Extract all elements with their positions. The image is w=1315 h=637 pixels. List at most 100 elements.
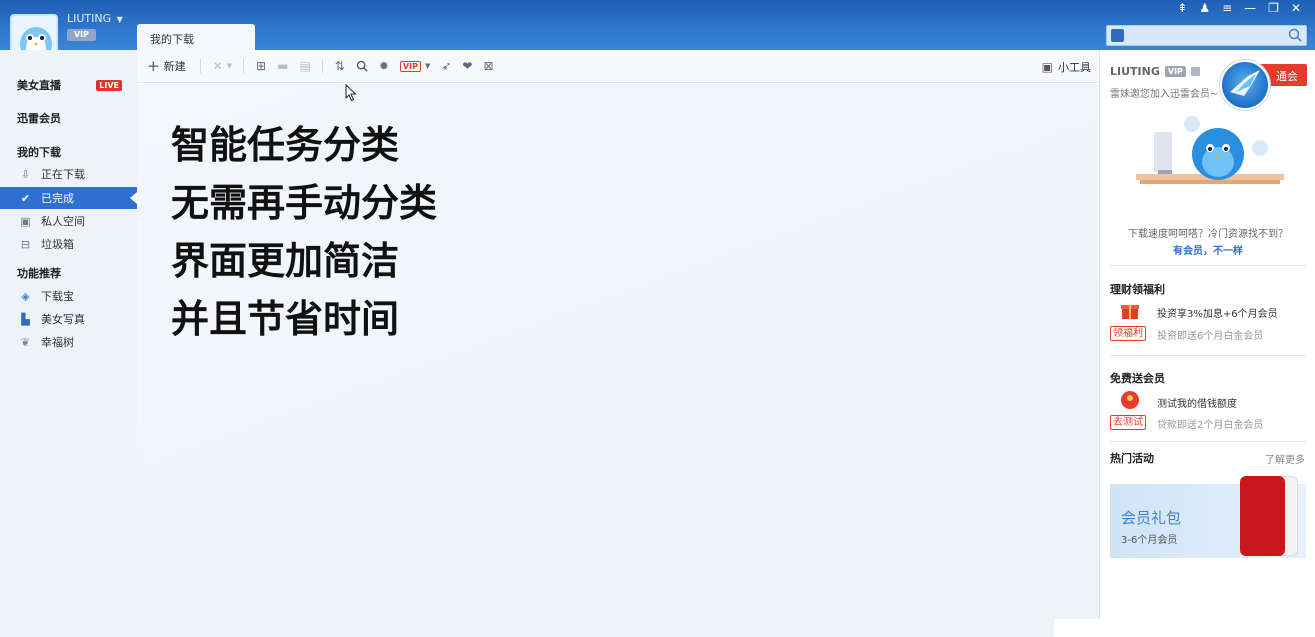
promo-line: 测试我的借钱额度 (1157, 399, 1237, 410)
divider (1110, 355, 1306, 356)
banner-title: 会员礼包 (1121, 509, 1182, 527)
heel-icon: ▙ (21, 312, 30, 326)
restore-icon[interactable]: ❐ (1268, 0, 1279, 16)
learn-more-link[interactable]: 了解更多 (1265, 451, 1305, 466)
sidebar-item-membership[interactable]: 迅雷会员 (0, 107, 137, 129)
sidebar-features-header: 功能推荐 (17, 267, 61, 280)
plus-icon: + (147, 57, 160, 75)
username[interactable]: LIUTING ▼ (67, 12, 123, 25)
search-input[interactable] (1106, 25, 1307, 46)
trash-icon: ⊟ (20, 237, 31, 251)
new-task-label: 新建 (163, 60, 186, 73)
divider (1110, 265, 1306, 266)
sidebar-item-xiazaibao[interactable]: ◈ 下载宝 (0, 285, 137, 307)
sort-button[interactable]: ⇅ (335, 50, 345, 83)
overlay-region (1054, 619, 1315, 637)
thunder-bird-icon (1220, 60, 1270, 110)
chevron-down-icon: ▼ (116, 15, 123, 24)
speed-button[interactable]: ➶ (441, 50, 451, 83)
membership-gift-banner[interactable]: 会员礼包 3-6个月会员 (1110, 476, 1306, 558)
vip-badge: VIP (67, 29, 96, 41)
chevron-down-icon: ▼ (424, 62, 431, 70)
chevron-down-icon: ▼ (226, 62, 233, 70)
game-button[interactable]: ⊠ (483, 50, 493, 83)
sidebar-item-label: 幸福树 (41, 336, 74, 349)
folder-icon: ▬ (277, 59, 289, 73)
panel-user: LIUTING VIP (1110, 65, 1200, 78)
minimize-icon[interactable]: — (1244, 0, 1256, 16)
window-controls: ⇞ ♟ ≡ — ❐ ✕ (1177, 0, 1301, 16)
check-icon: ✔ (20, 191, 31, 205)
promo-subline: 投资即送6个月白金会员 (1157, 331, 1264, 342)
toolbar-divider (321, 59, 323, 73)
shield-icon: ◈ (21, 289, 30, 303)
delete-icon: ✕ (212, 59, 223, 73)
sidebar-item-photos[interactable]: ▙ 美女写真 (0, 308, 137, 330)
gamepad-icon: ⊠ (483, 59, 494, 73)
sidebar-item-label: 垃圾箱 (41, 238, 74, 251)
sidebar-item-completed[interactable]: ✔ 已完成 (0, 187, 137, 209)
sidebar-header-downloads: 我的下载 (0, 141, 137, 163)
sort-icon: ⇅ (334, 59, 345, 73)
settings-button[interactable]: ✹ (379, 50, 389, 83)
panel-vip-badge: VIP (1164, 66, 1186, 77)
vip-icon: VIP (399, 60, 421, 72)
skin-icon[interactable]: ⇞ (1177, 0, 1187, 16)
open-file-button[interactable]: ▤ (299, 50, 310, 83)
mascot-illustration-icon (1136, 116, 1284, 184)
toolbox-icon: ▣ (1041, 59, 1053, 74)
sidebar-item-label: 已完成 (41, 192, 74, 205)
close-icon[interactable]: ✕ (1291, 0, 1301, 16)
search-icon (356, 60, 368, 72)
delete-button[interactable]: ✕ ▼ (213, 50, 232, 83)
toolbar-divider (243, 59, 245, 73)
sidebar-item-label: 正在下载 (41, 168, 85, 181)
file-icon: ▤ (299, 59, 311, 73)
gift-icon (1121, 305, 1139, 319)
task-list-area[interactable]: 智能任务分类 无需再手动分类 界面更加简洁 并且节省时间 (137, 84, 1099, 637)
caption-line: 智能任务分类 (171, 123, 400, 167)
menu-icon[interactable]: ≡ (1222, 0, 1232, 16)
user-icon[interactable]: ♟ (1199, 0, 1210, 16)
divider (1110, 441, 1306, 442)
sidebar-item-tree[interactable]: ❦ 幸福树 (0, 331, 137, 353)
sidebar-item-trash[interactable]: ⊟ 垃圾箱 (0, 233, 137, 255)
paw-icon (1111, 29, 1124, 42)
caption-line: 并且节省时间 (171, 297, 400, 341)
sidebar-item-live[interactable]: 美女直播 LIVE (0, 74, 137, 96)
sidebar-live-label: 美女直播 (17, 79, 61, 92)
vip-accelerate-button[interactable]: VIP ▼ (399, 50, 431, 83)
sidebar-item-downloading[interactable]: ⇩ 正在下载 (0, 163, 137, 185)
leaf-icon: ❦ (20, 335, 31, 349)
live-badge: LIVE (96, 79, 122, 91)
search-icon[interactable] (1288, 28, 1302, 42)
section-title: 免费送会员 (1110, 372, 1165, 385)
bird-icon: ➶ (441, 59, 452, 73)
invite-text: 雷妹邀您加入迅雷会员~ (1110, 89, 1219, 100)
tools-label: 小工具 (1058, 60, 1091, 74)
active-indicator (130, 192, 137, 204)
sidebar-item-label: 私人空间 (41, 215, 85, 228)
try-test-button[interactable]: 去测试 (1110, 415, 1146, 430)
member-panel: LIUTING VIP 通会员 雷妹邀您加入迅雷会员~ 下载速度呵呵嗒？冷门资源… (1099, 50, 1315, 637)
overlay-caption: 智能任务分类 无需再手动分类 界面更加简洁 并且节省时间 (171, 116, 437, 348)
sidebar: 美女直播 LIVE 迅雷会员 我的下载 ⇩ 正在下载 ✔ 已完成 ▣ 私人空间 … (0, 50, 137, 637)
new-task-button[interactable]: + 新建 (147, 50, 186, 83)
tab-my-downloads[interactable]: 我的下载 (137, 24, 255, 50)
skin-button[interactable]: ❤ (462, 50, 472, 83)
open-folder-button[interactable]: ▬ (277, 50, 288, 83)
promo-cta-link[interactable]: 有会员，不一样 (1100, 242, 1315, 257)
tools-button[interactable]: ▣ 小工具 (1042, 50, 1091, 83)
panel-username: LIUTING (1110, 65, 1160, 78)
grid-view-button[interactable]: ⊞ (256, 50, 266, 83)
sidebar-header-features: 功能推荐 (0, 262, 137, 284)
search-button[interactable] (356, 50, 368, 83)
heart-icon: ❤ (462, 59, 473, 73)
caption-line: 无需再手动分类 (171, 181, 438, 225)
sidebar-item-private[interactable]: ▣ 私人空间 (0, 210, 137, 232)
level-icon (1190, 67, 1200, 76)
username-label: LIUTING (67, 12, 112, 25)
claim-benefit-button[interactable]: 领福利 (1110, 326, 1146, 341)
hot-activity-title: 热门活动 (1110, 452, 1154, 465)
toolbar-divider (199, 59, 201, 73)
